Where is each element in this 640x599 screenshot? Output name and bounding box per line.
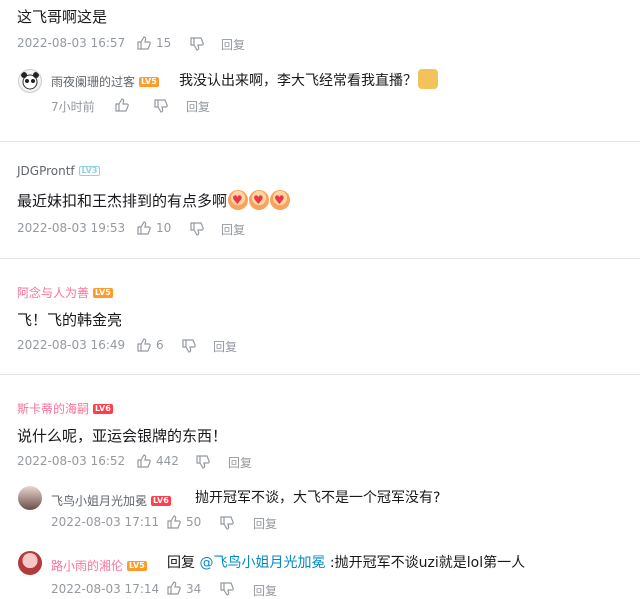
like-count: 15: [156, 36, 172, 50]
comment-text: 这飞哥啊这是: [17, 8, 108, 26]
reply-text: :抛开冠军不谈uzi就是lol第一人: [329, 555, 526, 571]
username[interactable]: 雨夜阑珊的过客: [51, 75, 135, 89]
reply-button[interactable]: 回复: [221, 36, 245, 53]
dislike-icon[interactable]: [190, 222, 204, 236]
username[interactable]: JDGProntf: [17, 164, 75, 178]
reply-username-row: 飞鸟小姐月光加冕 LV6: [51, 490, 171, 509]
like-count: 50: [186, 515, 202, 529]
comment-text-row: 最近妹扣和王杰排到的有点多啊: [17, 190, 291, 211]
comment-username-row: JDGProntf LV3: [17, 160, 101, 179]
reply-text-row: 我没认出来啊，李大飞经常看我直播？: [179, 69, 438, 90]
divider: [0, 258, 640, 259]
heart-emoji-icon: [270, 190, 291, 210]
reply-button[interactable]: 回复: [186, 98, 210, 115]
reply-button[interactable]: 回复: [253, 582, 277, 599]
avatar[interactable]: [18, 69, 42, 93]
comment-text: 说什么呢，亚运会银牌的东西！: [17, 427, 228, 445]
reply-button[interactable]: 回复: [228, 454, 252, 471]
comment-date: 2022-08-03 19:53: [17, 221, 126, 235]
reply-date: 2022-08-03 17:11: [51, 515, 160, 529]
username[interactable]: 阿念与人为善: [17, 286, 89, 300]
reply-button[interactable]: 回复: [221, 221, 245, 238]
level-badge: LV5: [93, 287, 113, 298]
dislike-icon[interactable]: [196, 455, 210, 469]
level-badge: LV5: [139, 76, 159, 87]
like-icon[interactable]: [167, 581, 181, 595]
divider: [0, 141, 640, 142]
reply-text: 抛开冠军不谈，大飞不是一个冠军没有?: [195, 490, 441, 506]
level-badge: LV5: [127, 560, 147, 571]
dislike-icon[interactable]: [220, 582, 234, 596]
like-icon[interactable]: [167, 515, 181, 529]
reply-prefix: 回复: [167, 555, 195, 571]
divider: [0, 374, 640, 375]
like-count: 442: [156, 454, 179, 468]
level-badge: LV6: [151, 495, 171, 506]
comment-username-row: 阿念与人为善 LV5: [17, 282, 113, 301]
comment-date: 2022-08-03 16:57: [17, 36, 126, 50]
like-count: 6: [156, 338, 164, 352]
like-icon[interactable]: [137, 454, 151, 468]
reply-text: 我没认出来啊，李大飞经常看我直播？: [179, 73, 417, 89]
avatar[interactable]: [18, 551, 42, 575]
username[interactable]: 斯卡蒂的海嗣: [17, 402, 89, 416]
like-icon[interactable]: [115, 98, 129, 112]
level-badge: LV6: [93, 403, 113, 414]
username[interactable]: 飞鸟小姐月光加冕: [51, 494, 147, 508]
reply-text-row: 回复 @飞鸟小姐月光加冕 :抛开冠军不谈uzi就是lol第一人: [167, 552, 525, 572]
comment-text: 飞！飞的韩金亮: [17, 311, 123, 329]
username[interactable]: 路小雨的湘伦: [51, 559, 123, 573]
reply-button[interactable]: 回复: [253, 515, 277, 532]
reply-date: 7小时前: [51, 100, 95, 114]
heart-emoji-icon: [249, 190, 270, 210]
like-icon[interactable]: [137, 221, 151, 235]
dislike-icon[interactable]: [182, 339, 196, 353]
dislike-icon[interactable]: [190, 37, 204, 51]
dislike-icon[interactable]: [154, 99, 168, 113]
level-badge: LV3: [78, 165, 101, 176]
like-count: 34: [186, 582, 202, 596]
reply-button[interactable]: 回复: [213, 338, 237, 355]
dislike-icon[interactable]: [220, 516, 234, 530]
doge-emoji-icon: [418, 69, 438, 89]
reply-username-row: 雨夜阑珊的过客 LV5: [51, 71, 159, 90]
comment-date: 2022-08-03 16:52: [17, 454, 126, 468]
like-icon[interactable]: [137, 36, 151, 50]
mention-link[interactable]: @飞鸟小姐月光加冕: [199, 555, 325, 571]
like-icon[interactable]: [137, 338, 151, 352]
reply-date: 2022-08-03 17:14: [51, 582, 160, 596]
like-count: 10: [156, 221, 172, 235]
comment-username-row: 斯卡蒂的海嗣 LV6: [17, 398, 113, 417]
avatar[interactable]: [18, 486, 42, 510]
comment-date: 2022-08-03 16:49: [17, 338, 126, 352]
reply-username-row: 路小雨的湘伦 LV5: [51, 555, 147, 574]
heart-emoji-icon: [228, 190, 249, 210]
comment-text: 最近妹扣和王杰排到的有点多啊: [17, 192, 228, 210]
